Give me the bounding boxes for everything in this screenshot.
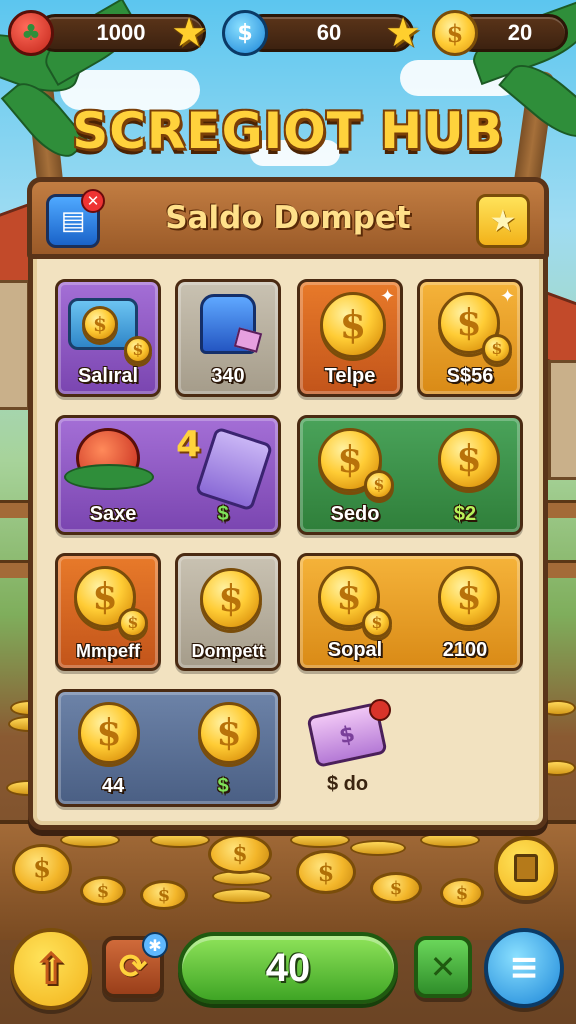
wallet-tile-telpe[interactable]: $ ✦ Telpe [297,279,403,397]
coin-icon: $ [198,702,260,764]
wallet-tile-44[interactable]: $ $ 44 $ [55,689,281,807]
item-label: $ do [327,773,369,795]
coin-icon: $ [118,608,148,638]
tile-label: S$56 [446,365,494,387]
tile-label: Dompett [191,641,265,661]
tile-sublabel: $2 [453,503,477,525]
wallet-tile-saxe[interactable]: 4 Saxe $ [55,415,281,535]
tile-sublabel: $ [217,775,229,797]
tile-number: 4 [176,424,202,465]
sparkle-icon: ✦ [380,286,396,307]
wallet-tile-s56[interactable]: $ $ ✦ S$56 [417,279,523,397]
main-action-button[interactable]: 40 [178,932,398,1004]
wallet-tile-sopal[interactable]: $ $ $ Sopal 2100 [297,553,523,671]
strawberry-icon: ♣ [8,10,54,56]
star-icon[interactable]: ★ [380,10,426,56]
wallet-item-s-do[interactable]: $ $ do [297,689,523,807]
upload-button[interactable]: ⇧ [10,928,92,1010]
leaf-icon [64,464,154,490]
coins-value: 20 [507,20,533,45]
coin-icon: $ [438,428,500,490]
snowflake-badge-icon: ✱ [142,932,168,958]
coin-icon: $ [124,336,152,364]
wallet-tile-340[interactable]: 340 [175,279,281,397]
wallet-tile-dompett[interactable]: $ Dompett [175,553,281,671]
coin-icon: $ [438,566,500,628]
coin-icon: $ [82,306,118,342]
shuffle-icon: ✕ [429,948,457,986]
tile-sublabel: 2100 [442,639,488,661]
gems-value: 60 [316,20,342,45]
tile-label: Telpe [324,365,376,387]
card-icon [194,426,274,512]
star-icon[interactable]: ★ [166,10,212,56]
wallet-tile-mmpeff[interactable]: $ $ Mmpeff [55,553,161,671]
sparkle-icon: ✦ [500,286,516,307]
menu-button[interactable]: ≡ [484,928,564,1008]
game-title: SCREGIOT HUB [72,102,504,160]
coin-icon: $ [482,334,512,364]
panel-title: Saldo Dompet [165,200,411,236]
coin-icon: $ [364,470,394,500]
top-resource-bar: 1000 ♣ ★ 60 $ ★ 20 $ [8,10,568,56]
coin-icon: $ [78,702,140,764]
star-icon: ★ [489,203,517,239]
wallet-tile-sedo[interactable]: $ $ $ Sedo $2 [297,415,523,535]
coin-icon: $ [362,608,392,638]
trash-button[interactable] [494,836,558,900]
coin-icon: $ [200,568,262,630]
close-icon[interactable]: ✕ [81,189,105,213]
shuffle-button[interactable]: ✕ [414,936,472,998]
tile-label: Salıral [77,365,139,387]
card-icon: ▤ [60,206,86,236]
wallet-panel-header: ▤ ✕ Saldo Dompet ★ [27,177,549,259]
back-button[interactable]: ▤ ✕ [46,189,105,248]
wallet-panel: ▤ ✕ Saldo Dompet ★ $ $ Salıral 340 $ ✦ T… [27,177,549,830]
gift-bow-icon [369,699,391,721]
tile-label: Mmpeff [76,641,140,661]
menu-icon: ≡ [508,947,540,988]
gem-drop-icon: $ [222,10,268,56]
tile-sublabel: $ [217,503,229,525]
refresh-button[interactable]: ⟳ ✱ [102,932,168,998]
trash-icon [514,854,538,882]
upload-arrow-icon: ⇧ [32,943,70,995]
hearts-value: 1000 [96,20,146,45]
tile-label: 340 [211,365,245,387]
favorite-button[interactable]: ★ [476,194,530,248]
coin-icon: $ [320,292,386,358]
coin-icon: $ [432,10,478,56]
refresh-icon: ⟳ [118,947,148,987]
wallet-tile-salıral[interactable]: $ $ Salıral [55,279,161,397]
